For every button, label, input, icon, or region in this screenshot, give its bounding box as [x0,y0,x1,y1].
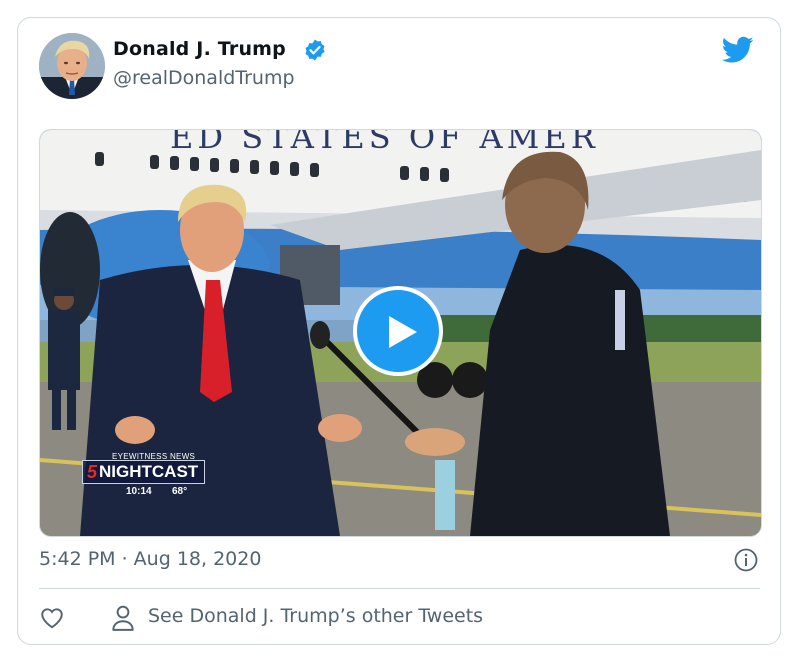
play-button[interactable] [353,286,443,376]
news-time: 10:14 [126,486,152,497]
news-temperature: 68° [172,486,188,497]
tweet-card: Donald J. Trump @realDonaldTrump ED STAT… [17,17,781,645]
play-icon [389,316,417,348]
author-handle[interactable]: @realDonaldTrump [113,67,295,89]
heart-icon[interactable] [39,605,65,631]
twitter-bird-icon[interactable] [722,36,754,64]
news-brand: 5 NIGHTCAST [82,460,206,484]
person-icon [112,605,134,631]
video-media[interactable]: ED STATES OF AMER EYEWITNESS NEWS 5 NIGH… [39,129,762,537]
news-show: NIGHTCAST [99,462,199,481]
news-logo: EYEWITNESS NEWS 5 NIGHTCAST 10:14 68° [82,452,210,497]
author-name[interactable]: Donald J. Trump [113,38,286,60]
plane-lettering: ED STATES OF AMER [170,130,599,156]
divider [39,588,760,589]
verified-badge-icon [305,39,325,61]
news-channel: 5 [87,461,98,482]
avatar[interactable] [39,33,105,99]
other-tweets-link[interactable]: See Donald J. Trump’s other Tweets [148,605,483,627]
avatar-image [39,33,105,99]
info-icon[interactable] [734,548,758,572]
tweet-timestamp[interactable]: 5:42 PM · Aug 18, 2020 [39,548,261,570]
